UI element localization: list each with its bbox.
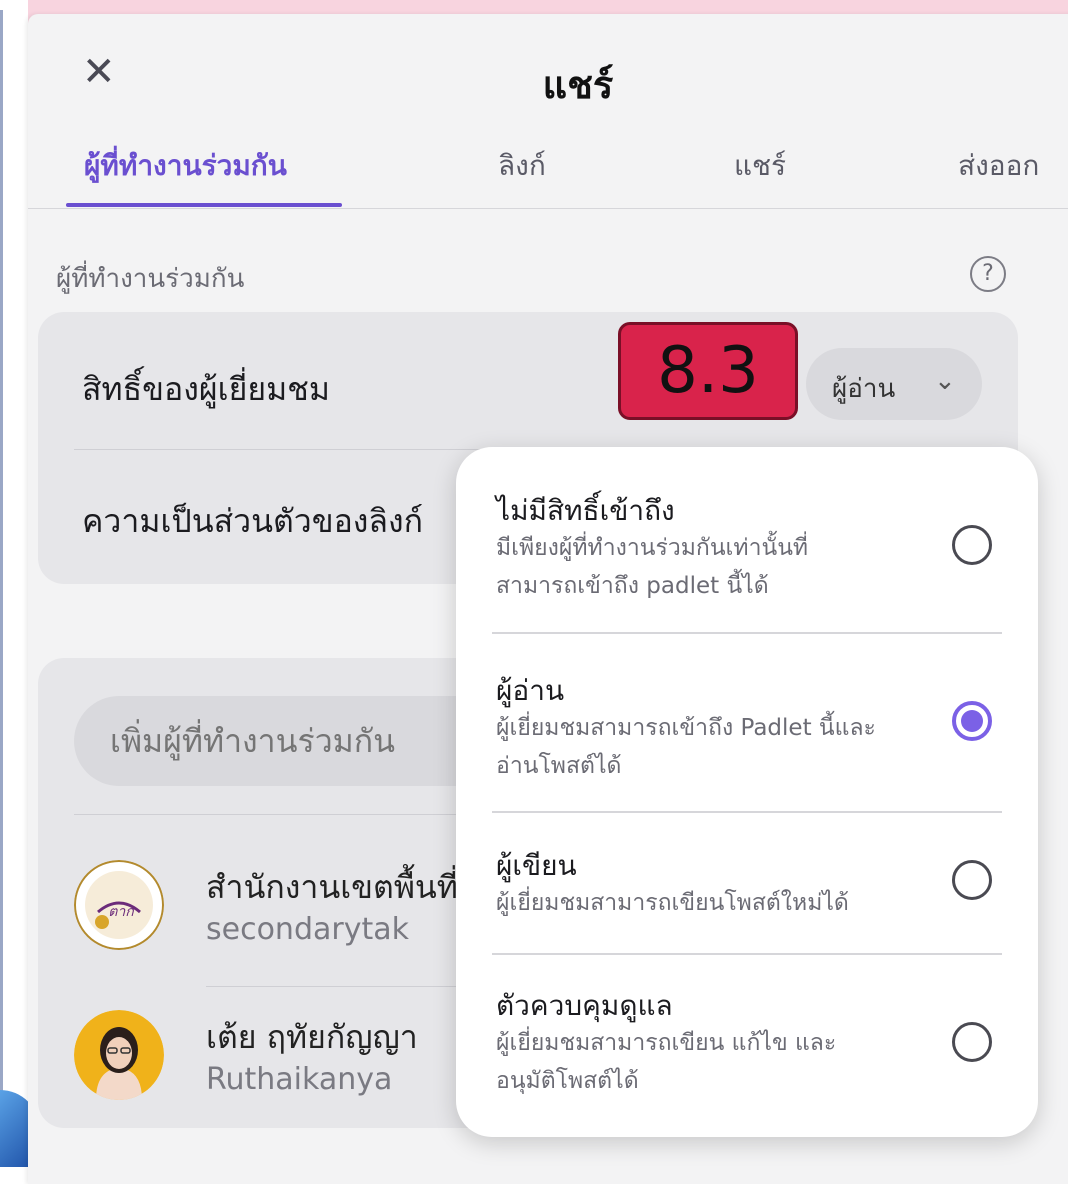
divider — [492, 811, 1002, 813]
avatar-text: ตาก — [108, 904, 135, 920]
option-title: ตัวควบคุมดูแล — [496, 989, 673, 1022]
option-description: ผู้เยี่ยมชมสามารถเขียนโพสต์ใหม่ได้ — [496, 890, 849, 916]
panel-title: แชร์ — [542, 63, 614, 107]
tab-collaborators[interactable]: ผู้ที่ทำงานร่วมกัน — [84, 144, 287, 188]
option-description: ผู้เยี่ยมชมสามารถเขียน แก้ไข และอนุมัติโ… — [496, 1030, 837, 1094]
option-title: ผู้อ่าน — [496, 674, 565, 707]
collaborator-name: เต้ย ฤทัยกัญญา — [206, 1018, 418, 1056]
role-button-label: ผู้อ่าน — [832, 374, 896, 404]
background-edge — [0, 0, 28, 1167]
step-badge: 8.3 — [618, 322, 798, 420]
help-icon[interactable]: ? — [970, 256, 1006, 292]
visitor-role-dropdown-button[interactable]: ผู้อ่าน ⌄ — [806, 348, 982, 420]
radio-button[interactable] — [952, 1022, 992, 1062]
divider — [492, 632, 1002, 634]
option-description: ผู้เยี่ยมชมสามารถเข้าถึง Padlet นี้และอ่… — [496, 715, 876, 779]
tab-link[interactable]: ลิงก์ — [498, 144, 546, 188]
tab-export[interactable]: ส่งออก — [958, 144, 1039, 188]
collaborator-handle: Ruthaikanya — [206, 1062, 393, 1097]
section-label-collaborators: ผู้ที่ทำงานร่วมกัน — [56, 264, 245, 294]
collaborator-handle: secondarytak — [206, 912, 409, 947]
active-tab-indicator — [66, 203, 342, 207]
option-description: มีเพียงผู้ที่ทำงานร่วมกันเท่านั้นที่สามา… — [496, 535, 809, 599]
visitor-permission-label: สิทธิ์ของผู้เยี่ยมชม — [82, 370, 330, 408]
avatar: ตาก — [74, 860, 164, 950]
chevron-down-icon: ⌄ — [934, 366, 956, 396]
option-title: ไม่มีสิทธิ์เข้าถึง — [496, 494, 675, 527]
radio-button-selected[interactable] — [952, 701, 992, 741]
divider — [492, 953, 1002, 955]
avatar — [74, 1010, 164, 1100]
radio-button[interactable] — [952, 525, 992, 565]
link-privacy-label[interactable]: ความเป็นส่วนตัวของลิงก์ — [82, 496, 423, 547]
tab-bar: ผู้ที่ทำงานร่วมกัน ลิงก์ แชร์ ส่งออก — [28, 144, 1068, 209]
role-options-menu: ไม่มีสิทธิ์เข้าถึง มีเพียงผู้ที่ทำงานร่ว… — [456, 447, 1038, 1137]
option-title: ผู้เขียน — [496, 849, 577, 882]
radio-button[interactable] — [952, 860, 992, 900]
tab-share[interactable]: แชร์ — [734, 144, 786, 188]
